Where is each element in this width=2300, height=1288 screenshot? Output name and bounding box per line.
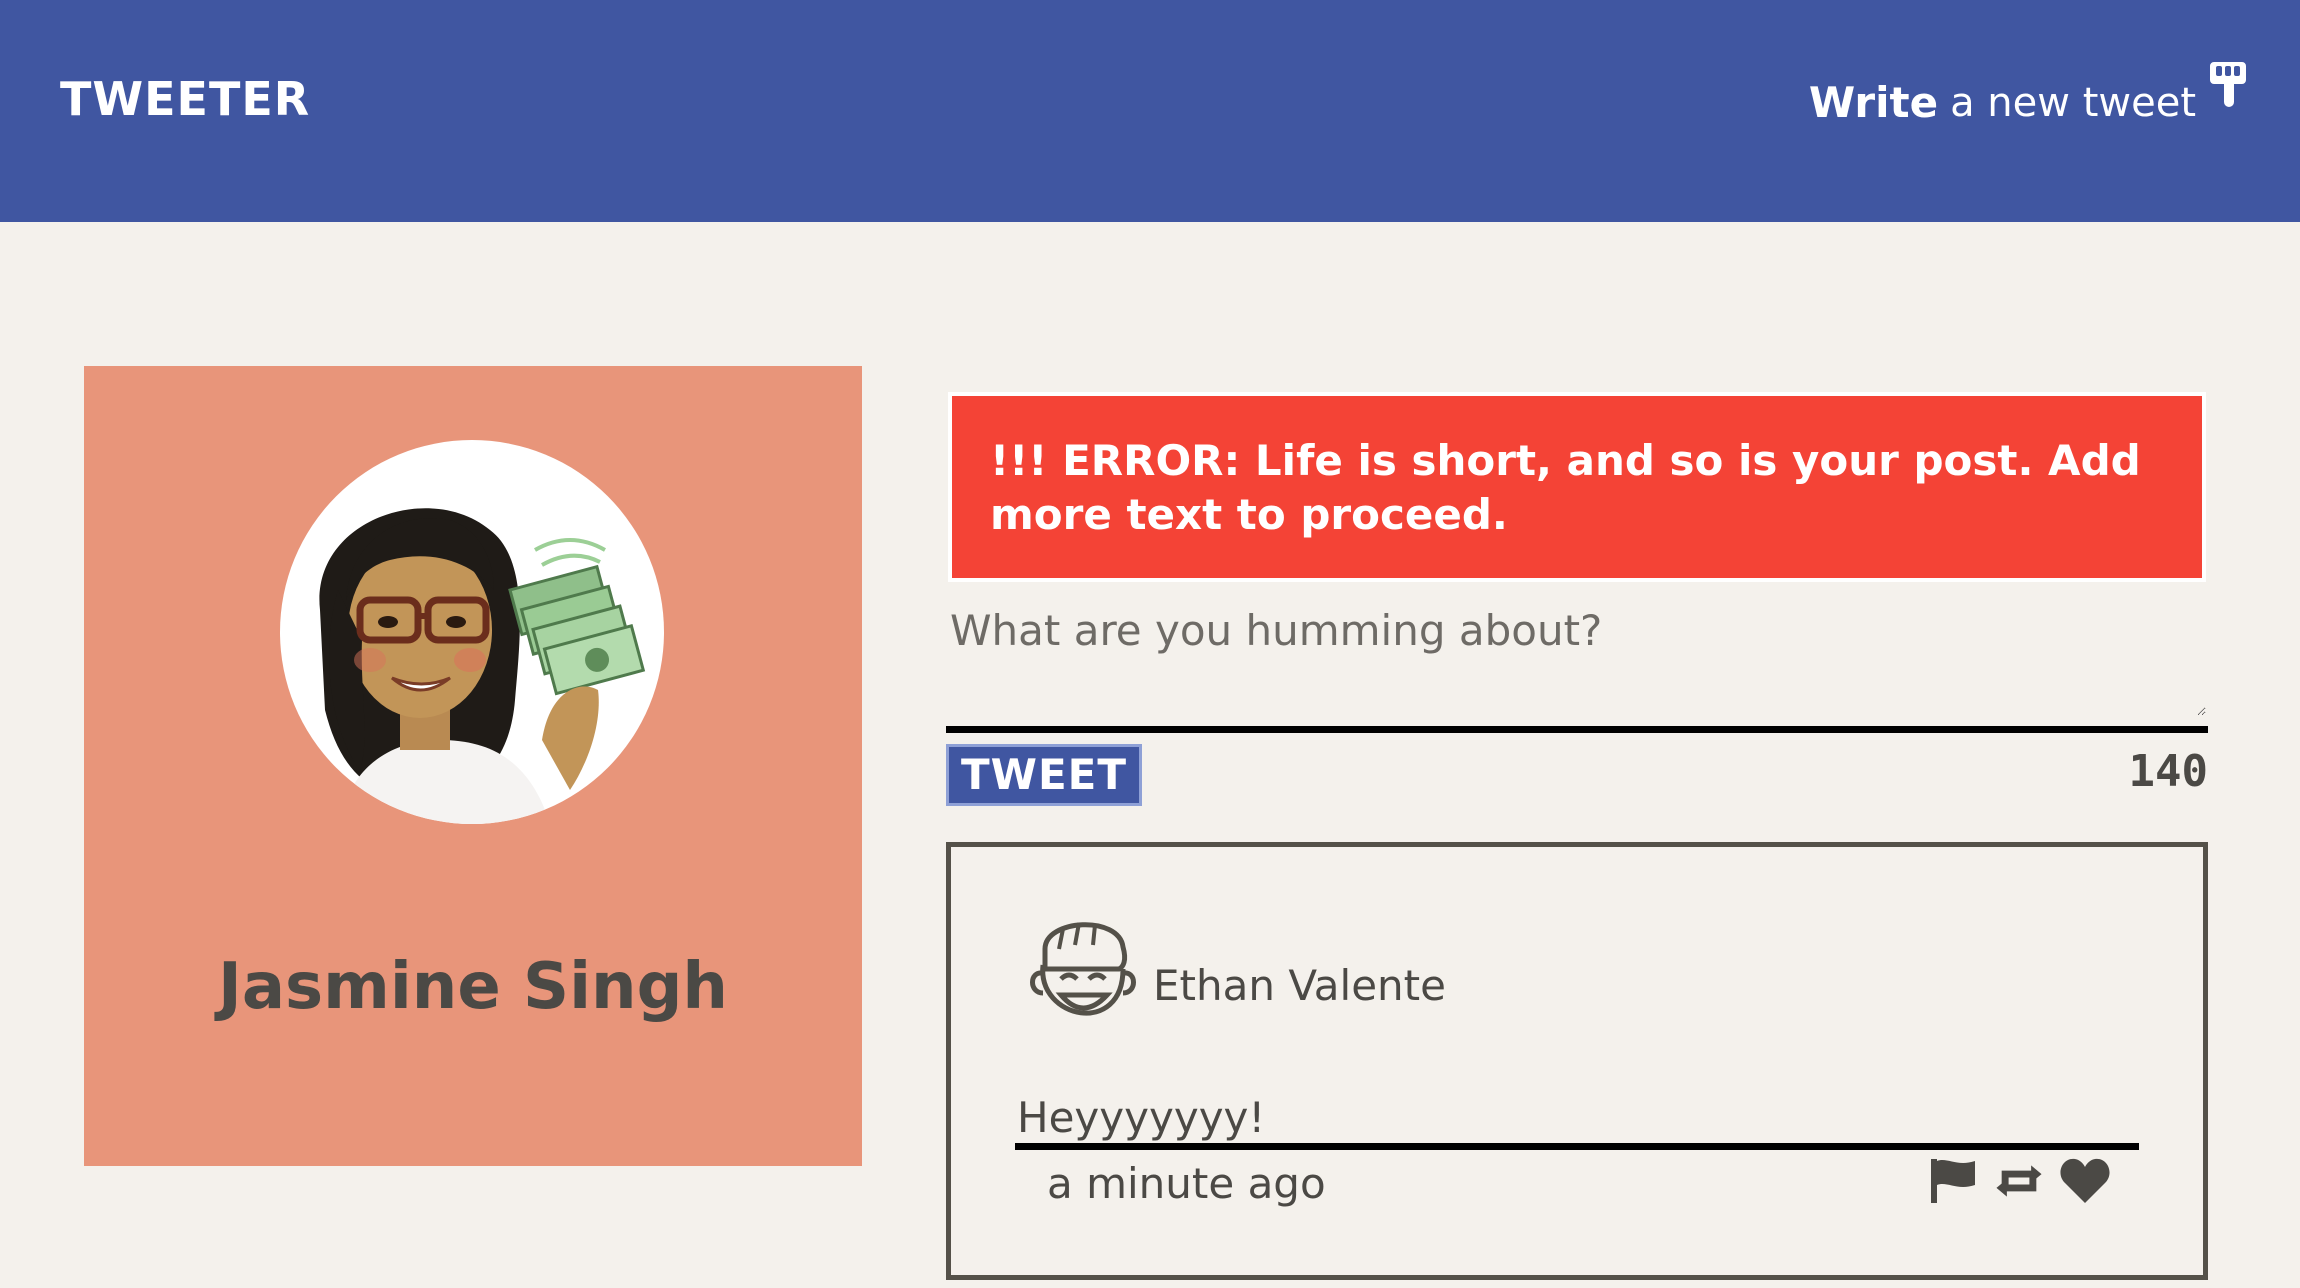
error-message-text: !!! ERROR: Life is short, and so is your… (990, 436, 2141, 539)
tweet-timestamp: a minute ago (1047, 1159, 1326, 1208)
brand-logo[interactable]: TWEETER (60, 72, 310, 126)
tweet-card: Ethan Valente Heyyyyyyy! a minute ago (946, 842, 2208, 1280)
profile-avatar (280, 440, 664, 824)
tweet-actions (1927, 1157, 2111, 1205)
character-counter: 140 (2128, 746, 2208, 797)
compose-toggle-rest-label: a new tweet (1950, 80, 2196, 126)
pointing-hand-down-icon (2210, 62, 2246, 107)
tweet-text-input[interactable] (950, 606, 2206, 716)
heart-icon[interactable] (2059, 1157, 2111, 1205)
profile-card: Jasmine Singh (84, 366, 862, 1166)
tweet-submit-button[interactable]: TWEET (946, 744, 1142, 806)
flag-icon[interactable] (1927, 1157, 1979, 1205)
bitmoji-avatar-image (319, 508, 646, 824)
profile-name: Jasmine Singh (218, 950, 728, 1024)
retweet-icon[interactable] (1993, 1157, 2045, 1205)
composer-divider (946, 726, 2208, 733)
compose-toggle-write-label: Write (1808, 78, 1939, 127)
error-message-box: !!! ERROR: Life is short, and so is your… (948, 392, 2206, 582)
smiling-face-avatar-icon (1030, 922, 1136, 1016)
tweet-body-text: Heyyyyyyy! (1017, 1093, 1266, 1142)
write-new-tweet-toggle[interactable]: Write a new tweet (1809, 60, 2248, 127)
top-navigation-bar: TWEETER Write a new tweet (0, 0, 2300, 222)
tweet-author-name[interactable]: Ethan Valente (1153, 961, 1446, 1010)
tweet-divider (1015, 1143, 2139, 1150)
